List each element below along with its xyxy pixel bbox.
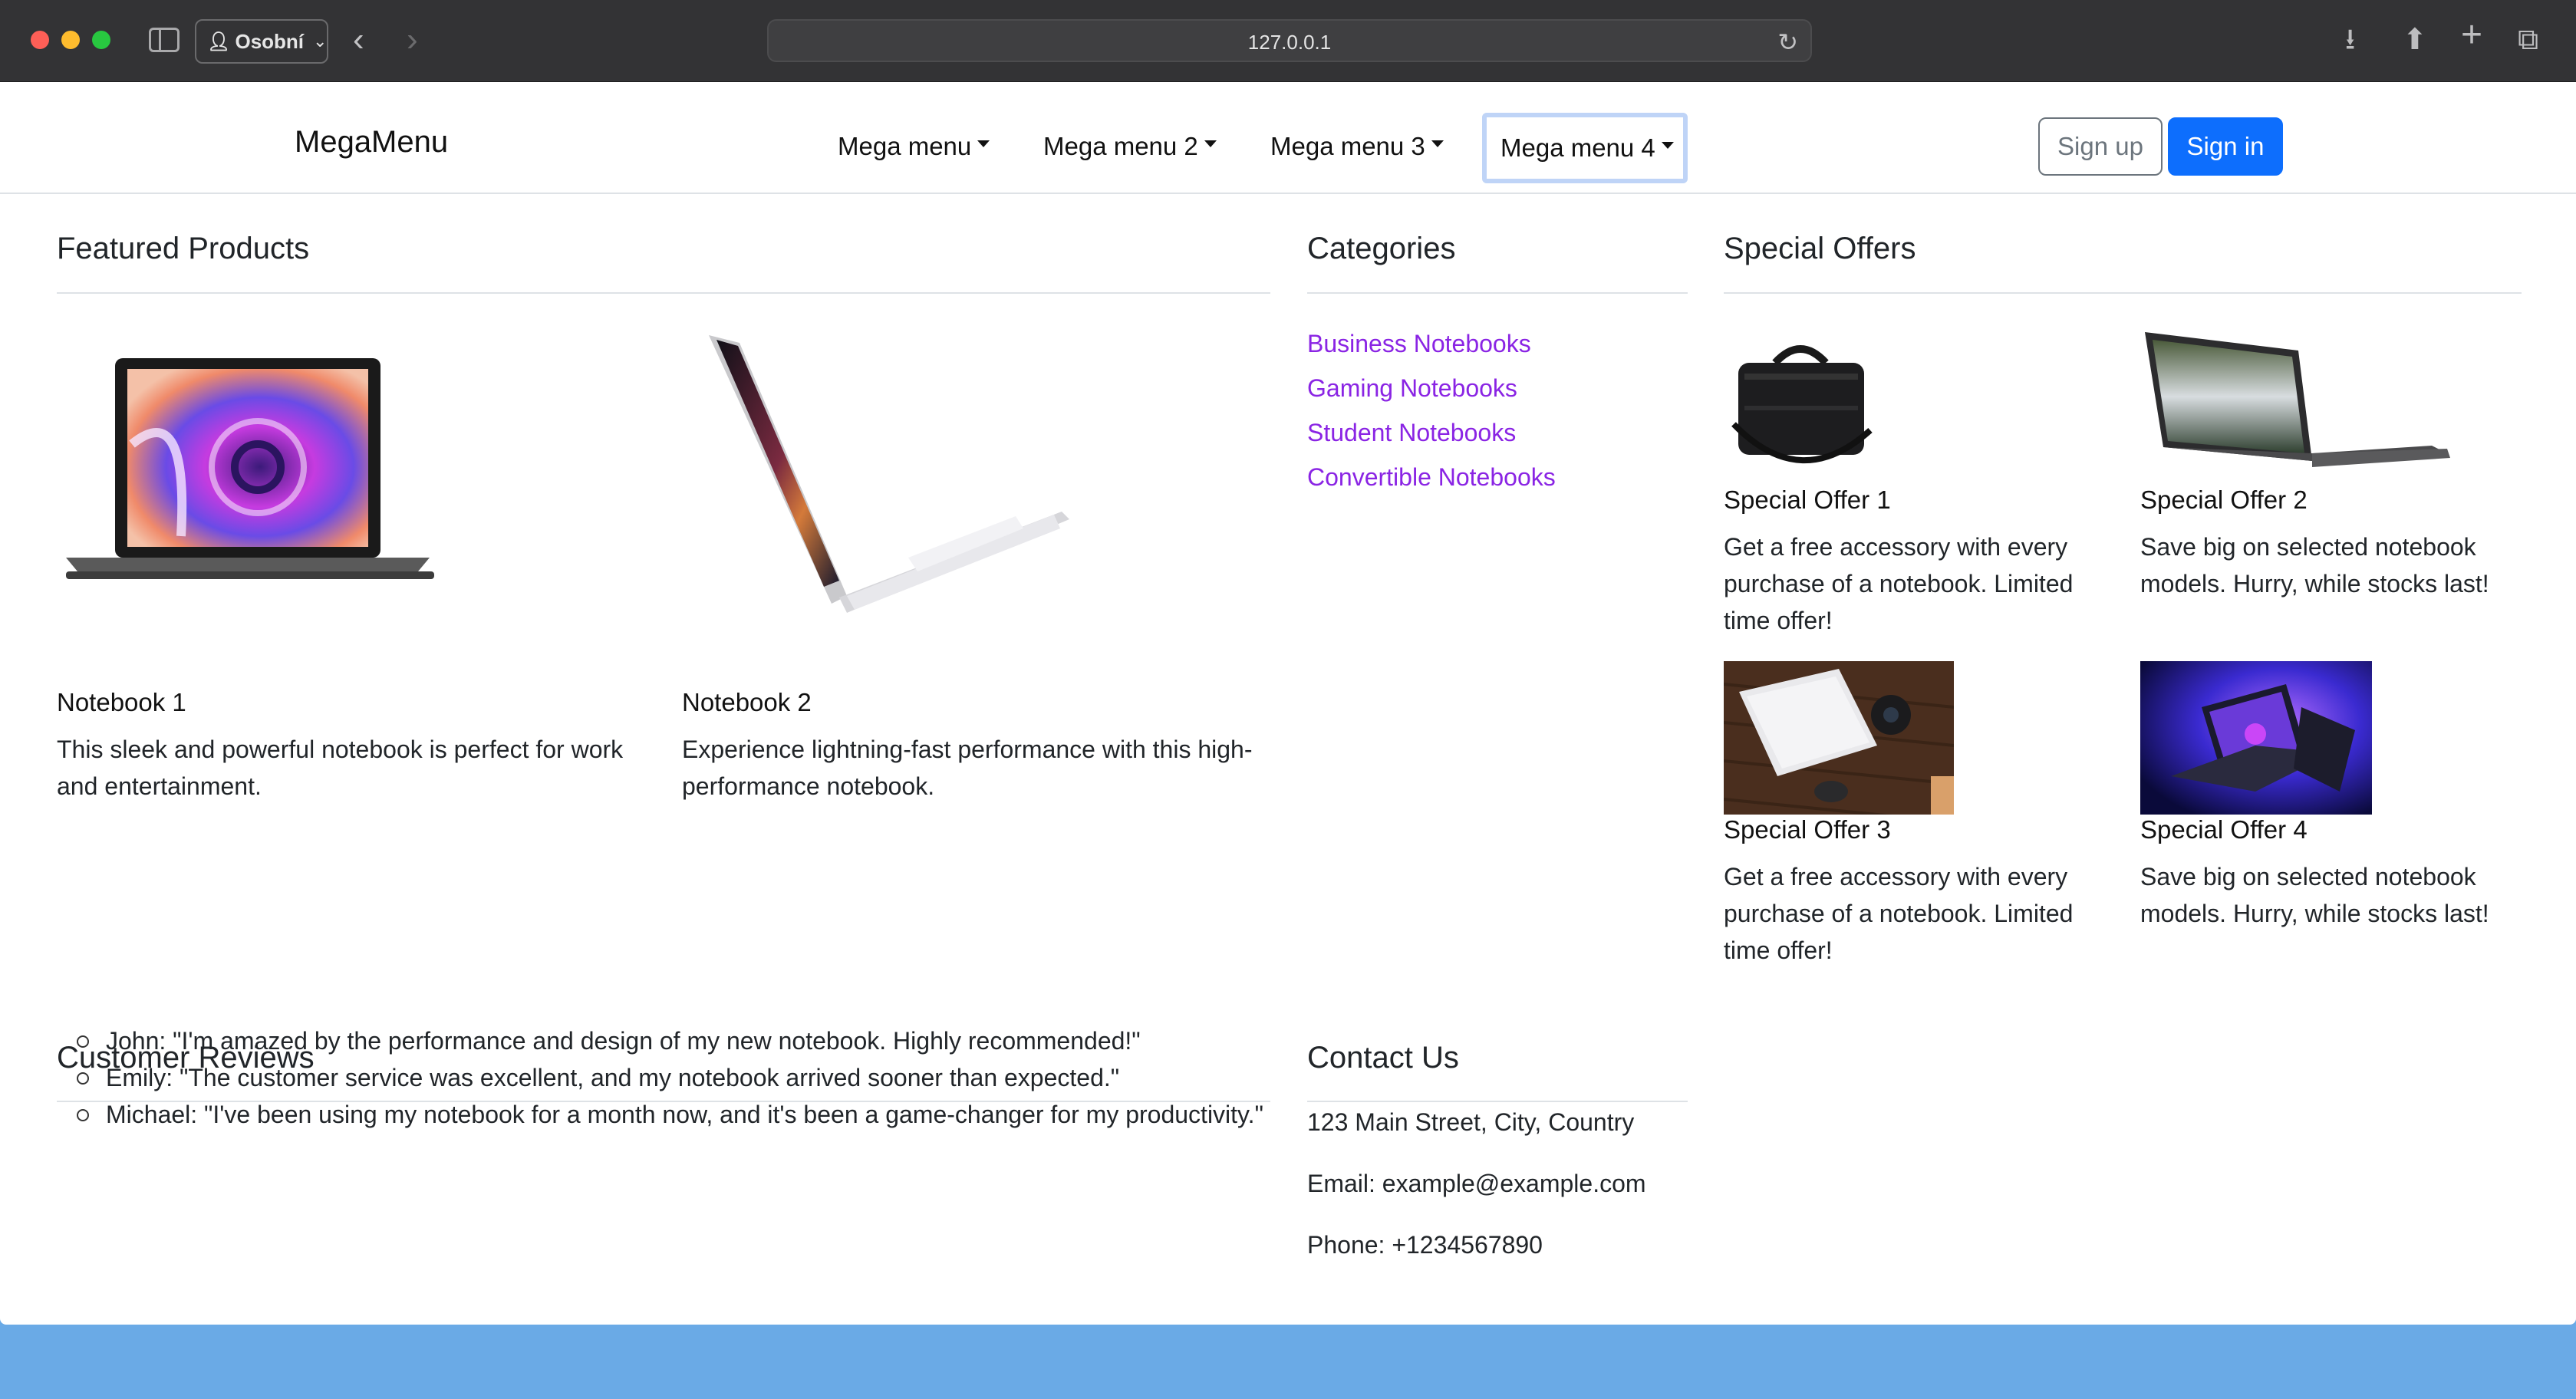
categories-heading: Categories (1307, 232, 1456, 265)
nav-mega-menu-4-label: Mega menu 4 (1500, 133, 1655, 162)
special-offer-2-title[interactable]: Special Offer 2 (2140, 486, 2308, 515)
web-page: MegaMenu Mega menu Mega menu 2 Mega menu… (0, 82, 2576, 1325)
chevron-left-icon[interactable]: ‹ (353, 20, 364, 60)
chevron-down-icon: ⌄ (313, 31, 328, 51)
review-item: Michael: "I've been using my notebook fo… (77, 1096, 1273, 1133)
notebook-2-title[interactable]: Notebook 2 (682, 688, 812, 717)
tabs-overview-icon[interactable]: ⧉ (2518, 23, 2538, 57)
brand-logo[interactable]: MegaMenu (295, 125, 448, 160)
notebook-1-image[interactable] (66, 352, 434, 597)
divider (1307, 1101, 1688, 1102)
profile-label: Osobní (235, 29, 305, 53)
profile-button[interactable]: 👤︎ Osobní ⌄ (195, 19, 328, 64)
plus-icon[interactable]: + (2461, 17, 2482, 54)
nav-mega-menu-1-label: Mega menu (838, 132, 972, 160)
category-link-gaming[interactable]: Gaming Notebooks (1307, 374, 1517, 403)
caret-down-icon (1661, 141, 1674, 149)
sidebar-toggle-icon[interactable] (149, 28, 180, 52)
special-offer-2-description: Save big on selected notebook models. Hu… (2140, 533, 2489, 597)
notebook-2-image[interactable] (693, 328, 1069, 619)
download-icon[interactable]: ⭳ (2345, 23, 2355, 57)
special-offer-1-title[interactable]: Special Offer 1 (1724, 486, 1891, 515)
special-offer-4-image[interactable] (2140, 661, 2372, 815)
close-window-button[interactable] (31, 31, 49, 49)
sign-in-button[interactable]: Sign in (2168, 117, 2283, 176)
reload-icon[interactable]: ↻ (1777, 28, 1798, 57)
url-text: 127.0.0.1 (1247, 31, 1332, 54)
nav-mega-menu-3-label: Mega menu 3 (1270, 132, 1425, 160)
special-offer-1-description: Get a free accessory with every purchase… (1724, 533, 2074, 634)
person-icon: 👤︎ (207, 31, 231, 52)
nav-mega-menu-2[interactable]: Mega menu 2 (1043, 113, 1217, 180)
caret-down-icon (977, 140, 990, 147)
nav-mega-menu-4[interactable]: Mega menu 4 (1482, 113, 1688, 183)
contact-email: Email: example@example.com (1307, 1170, 1646, 1197)
zoom-window-button[interactable] (92, 31, 110, 49)
special-offer-1-image[interactable] (1728, 340, 1873, 476)
special-offers-heading: Special Offers (1724, 232, 1916, 265)
category-link-student[interactable]: Student Notebooks (1307, 419, 1516, 447)
special-offer-3-image[interactable] (1724, 661, 1954, 815)
divider (1724, 292, 2522, 294)
caret-down-icon (1431, 140, 1444, 147)
featured-products-heading: Featured Products (57, 232, 310, 265)
contact-phone: Phone: +1234567890 (1307, 1231, 1543, 1259)
share-icon[interactable]: ⬆ (2403, 23, 2427, 57)
nav-mega-menu-2-label: Mega menu 2 (1043, 132, 1198, 160)
minimize-window-button[interactable] (61, 31, 80, 49)
special-offer-3-description: Get a free accessory with every purchase… (1724, 863, 2074, 964)
sign-up-button[interactable]: Sign up (2038, 117, 2163, 176)
reviews-list: John: "I'm amazed by the performance and… (77, 1022, 1273, 1133)
divider (57, 292, 1270, 294)
notebook-2-description: Experience lightning-fast performance wi… (682, 736, 1253, 800)
chevron-right-icon[interactable]: › (407, 20, 418, 60)
nav-mega-menu-3[interactable]: Mega menu 3 (1270, 113, 1444, 180)
nav-mega-menu-1[interactable]: Mega menu (838, 113, 990, 180)
review-item: Emily: "The customer service was excelle… (77, 1059, 1273, 1096)
divider (1307, 292, 1688, 294)
special-offer-4-description: Save big on selected notebook models. Hu… (2140, 863, 2489, 927)
notebook-1-title[interactable]: Notebook 1 (57, 688, 186, 717)
category-link-convertible[interactable]: Convertible Notebooks (1307, 463, 1556, 492)
contact-us-heading: Contact Us (1307, 1041, 1459, 1075)
contact-address: 123 Main Street, City, Country (1307, 1108, 1635, 1136)
special-offer-3-title[interactable]: Special Offer 3 (1724, 815, 1891, 844)
caret-down-icon (1204, 140, 1217, 147)
site-navbar: MegaMenu Mega menu Mega menu 2 Mega menu… (0, 82, 2576, 194)
category-link-business[interactable]: Business Notebooks (1307, 330, 1531, 358)
browser-toolbar: 👤︎ Osobní ⌄ ‹ › 127.0.0.1 ↻ ⭳ ⬆ + ⧉ (0, 0, 2576, 82)
notebook-1-description: This sleek and powerful notebook is perf… (57, 736, 624, 800)
address-bar[interactable]: 127.0.0.1 ↻ (767, 19, 1812, 62)
review-item: John: "I'm amazed by the performance and… (77, 1022, 1273, 1059)
special-offer-4-title[interactable]: Special Offer 4 (2140, 815, 2308, 844)
special-offer-2-image[interactable] (2140, 331, 2452, 476)
